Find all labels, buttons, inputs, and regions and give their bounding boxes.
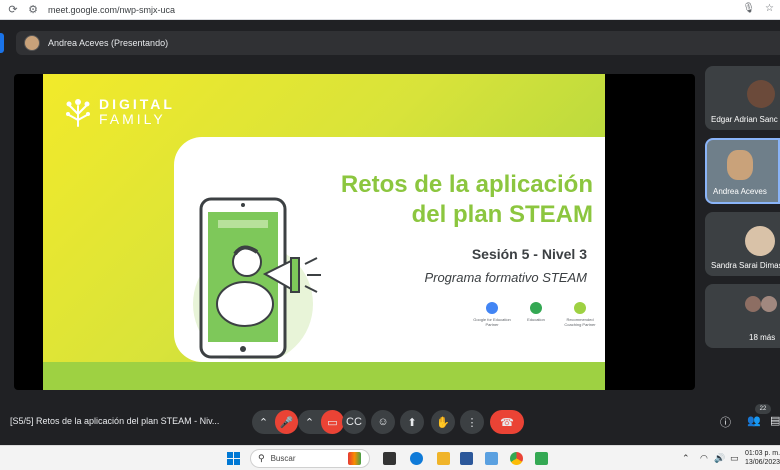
- mic-off-icon[interactable]: 🎤: [275, 410, 298, 434]
- logo-line-1: DIGITAL: [99, 96, 175, 112]
- camera-control[interactable]: ⌃ ▭: [298, 410, 344, 434]
- logo-text: DIGITAL FAMILY: [99, 97, 175, 127]
- captions-button[interactable]: CC: [342, 410, 366, 434]
- participant-avatar: [761, 296, 777, 312]
- hang-up-icon: ☎: [500, 416, 514, 429]
- participant-name: Andrea Aceves: [713, 187, 767, 196]
- participant-tile[interactable]: Sandra Sarai Dimas: [705, 212, 780, 276]
- participant-name: Edgar Adrian Sanc: [711, 115, 778, 124]
- reactions-button[interactable]: ☺: [371, 410, 395, 434]
- presenter-chip[interactable]: Andrea Aceves (Presentando): [16, 31, 780, 55]
- logo-line-2: FAMILY: [99, 111, 166, 127]
- people-count-badge: 22: [755, 404, 771, 414]
- present-screen-icon: ⬆: [407, 416, 417, 429]
- digital-family-logo: DIGITAL FAMILY: [65, 96, 175, 128]
- participant-name: Sandra Sarai Dimas: [711, 261, 780, 270]
- participant-avatar: [745, 296, 761, 312]
- news-widget-icon[interactable]: [348, 452, 361, 465]
- bookmark-star-icon[interactable]: ☆: [765, 3, 774, 14]
- clock-date: 13/06/2023: [745, 459, 780, 466]
- slide-title-line-1: Retos de la aplicación: [340, 171, 593, 198]
- screen: ⟳ ⚙ meet.google.com/nwp-smjx-uca 🎙 ☆ And…: [0, 0, 780, 470]
- more-options-button[interactable]: ⋮: [460, 410, 484, 434]
- meeting-info-icon[interactable]: ⓘ: [720, 414, 731, 430]
- url-text[interactable]: meet.google.com/nwp-smjx-uca: [48, 5, 175, 15]
- app-icon[interactable]: [485, 452, 498, 465]
- captions-icon: CC: [346, 416, 362, 428]
- chat-icon[interactable]: ▤: [770, 414, 780, 427]
- raise-hand-button[interactable]: ✋: [431, 410, 455, 434]
- participant-video: [727, 150, 753, 180]
- presenting-bar: Andrea Aceves (Presentando): [0, 20, 780, 66]
- clock-time: 01:03 p. m.: [745, 450, 780, 457]
- search-icon: ⚲: [258, 453, 265, 463]
- coaching-partner-icon: [574, 302, 586, 314]
- microphone-control[interactable]: ⌃ 🎤: [252, 410, 298, 434]
- participant-avatar: [747, 80, 775, 108]
- taskbar-search-placeholder: Buscar: [270, 454, 296, 463]
- education-partner-icon: [530, 302, 542, 314]
- meeting-title: [S5/5] Retos de la aplicación del plan S…: [10, 416, 220, 426]
- partner-text: Google for Education Partner: [473, 317, 511, 327]
- partner-text: Education: [527, 317, 545, 322]
- meet-app-icon[interactable]: [535, 452, 548, 465]
- tray-chevron-icon[interactable]: ⌃: [682, 453, 690, 464]
- emoji-icon: ☺: [377, 416, 389, 428]
- participant-tile[interactable]: Edgar Adrian Sanc: [705, 66, 780, 130]
- site-info-icon[interactable]: ⚙: [26, 3, 40, 17]
- slide-title-line-2: del plan STEAM: [411, 201, 593, 228]
- partner-logo: Education: [517, 302, 555, 342]
- microphone-icon[interactable]: 🎙: [742, 3, 755, 14]
- partner-logo: Recommended Coaching Partner: [561, 302, 599, 342]
- reload-icon[interactable]: ⟳: [6, 3, 20, 17]
- shared-slide: DIGITAL FAMILY Retos de la aplicación de…: [43, 74, 605, 390]
- partner-logos: Google for Education Partner Education R…: [473, 302, 599, 342]
- slide-title: Retos de la aplicación del plan STEAM: [263, 170, 593, 230]
- participant-avatar: [745, 226, 775, 256]
- google-partner-icon: [486, 302, 498, 314]
- leave-call-button[interactable]: ☎: [490, 410, 524, 434]
- windows-start-icon[interactable]: [227, 452, 240, 465]
- partner-logo: Google for Education Partner: [473, 302, 511, 342]
- more-participants-tile[interactable]: 18 más: [705, 284, 780, 348]
- more-vert-icon: ⋮: [466, 416, 478, 429]
- file-explorer-icon[interactable]: [437, 452, 450, 465]
- camera-options-chevron-icon[interactable]: ⌃: [298, 410, 321, 434]
- mic-options-chevron-icon[interactable]: ⌃: [252, 410, 275, 434]
- hand-icon: ✋: [436, 416, 450, 429]
- slide-program: Programa formativo STEAM: [424, 270, 587, 285]
- presenter-label: Andrea Aceves (Presentando): [48, 38, 169, 48]
- taskbar-clock[interactable]: 01:03 p. m. 13/06/2023: [745, 449, 780, 467]
- windows-taskbar: ⚲ Buscar ⌃ ◠ 🔊 ▭ 01:03 p. m. 13/06/2023: [0, 445, 780, 470]
- battery-icon[interactable]: ▭: [730, 453, 739, 464]
- meeting-controls: [S5/5] Retos de la aplicación del plan S…: [0, 400, 780, 445]
- tree-logo-icon: [66, 99, 90, 127]
- camera-off-icon[interactable]: ▭: [321, 410, 344, 434]
- edge-icon[interactable]: [410, 452, 423, 465]
- people-icon[interactable]: 👥: [747, 414, 761, 427]
- presentation-stage: DIGITAL FAMILY Retos de la aplicación de…: [14, 74, 695, 390]
- slide-bottom-band: [43, 362, 605, 390]
- browser-address-bar: ⟳ ⚙ meet.google.com/nwp-smjx-uca 🎙 ☆: [0, 0, 780, 20]
- side-panel-tab[interactable]: [0, 33, 4, 53]
- present-button[interactable]: ⬆: [400, 410, 424, 434]
- slide-session: Sesión 5 - Nivel 3: [471, 246, 587, 262]
- wifi-icon[interactable]: ◠: [700, 453, 708, 464]
- chrome-icon[interactable]: [510, 452, 523, 465]
- more-participants-label: 18 más: [749, 333, 776, 342]
- participant-tile-active[interactable]: Andrea Aceves: [705, 138, 780, 204]
- browser-right-icons: 🎙 ☆: [742, 3, 774, 14]
- presenter-avatar: [24, 35, 40, 51]
- partner-text: Recommended Coaching Partner: [564, 317, 596, 327]
- volume-icon[interactable]: 🔊: [714, 453, 725, 464]
- store-icon[interactable]: [460, 452, 473, 465]
- task-view-icon[interactable]: [383, 452, 396, 465]
